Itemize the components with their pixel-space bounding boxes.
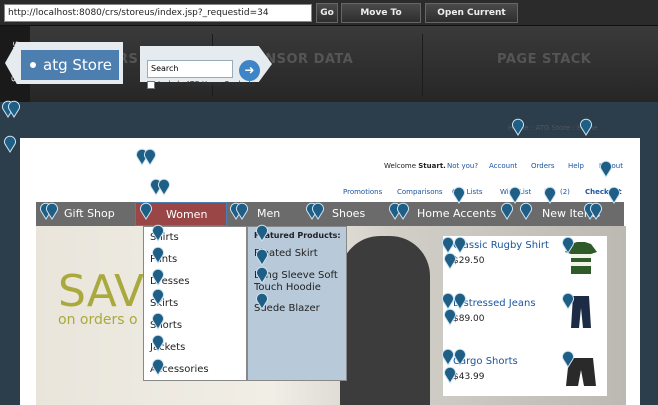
menu-item-pants[interactable]: Pants (150, 254, 177, 265)
page-stack-heading: PAGE STACK (497, 52, 592, 67)
product-list: Classic Rugby Shirt $29.50 Distressed Je… (443, 236, 607, 396)
breadcrumb-tail[interactable]: Home (577, 124, 598, 132)
account-link[interactable]: Account (489, 162, 517, 170)
rugby-shirt-image[interactable] (563, 240, 599, 276)
logo-dot-icon (30, 62, 36, 68)
include-home-label: Include ATG Home Products (158, 80, 255, 88)
featured-item[interactable]: Pleated Skirt (254, 248, 318, 260)
help-link[interactable]: Help (568, 162, 584, 170)
featured-item[interactable]: Long Sleeve Soft Touch Hoodie (254, 270, 346, 294)
product-price: $43.99 (453, 372, 485, 382)
move-to-bottom-button[interactable]: Move To Bottom (341, 3, 421, 36)
menu-item-skirts[interactable]: Skirts (150, 298, 178, 309)
logout-link[interactable]: Logout (599, 162, 623, 170)
orders-link[interactable]: Orders (531, 162, 555, 170)
welcome-label: Welcome (384, 162, 417, 170)
menu-item-dresses[interactable]: Dresses (150, 276, 190, 287)
featured-heading: Featured Products: (254, 231, 341, 240)
cart-count[interactable]: (2) (560, 188, 570, 196)
main-nav: Gift Shop Women Men Shoes Home Accents N… (36, 202, 624, 226)
nav-men[interactable]: Men (257, 202, 280, 226)
gift-lists-link[interactable]: Gift Lists (452, 188, 483, 196)
user-name: Stuart. (418, 162, 446, 170)
women-dropdown: Shirts Pants Dresses Skirts Shorts Jacke… (143, 226, 247, 381)
featured-products: Featured Products: Pleated Skirt Long Sl… (247, 226, 347, 381)
product-price: $89.00 (453, 314, 485, 324)
product-name[interactable]: Classic Rugby Shirt (453, 240, 549, 251)
wish-list-link[interactable]: Wish List (500, 188, 531, 196)
promotions-link[interactable]: Promotions (343, 188, 382, 196)
open-current-page-button[interactable]: Open Current Page (425, 3, 518, 36)
breadcrumb-store[interactable]: ATG Store (535, 124, 570, 132)
product-name[interactable]: Cargo Shorts (453, 356, 518, 367)
nav-gift-shop[interactable]: Gift Shop (64, 202, 115, 226)
product-price: $29.50 (453, 256, 485, 266)
featured-item[interactable]: Suede Blazer (254, 303, 320, 315)
menu-item-shorts[interactable]: Shorts (150, 320, 182, 331)
product-name[interactable]: Distressed Jeans (453, 298, 536, 309)
not-you-link[interactable]: Not you? (447, 162, 478, 170)
nav-home-accents[interactable]: Home Accents (417, 202, 496, 226)
panel-divider (422, 34, 423, 96)
breadcrumb-home[interactable]: Home (508, 124, 529, 132)
nav-new-items[interactable]: New Items (542, 202, 600, 226)
hero-subline: on orders o (58, 312, 138, 328)
include-home-checkbox[interactable] (147, 81, 155, 89)
nav-women[interactable]: Women (135, 202, 227, 226)
breadcrumb: Home : ATG Store : Home (508, 124, 598, 132)
cargo-shorts-image[interactable] (563, 354, 599, 390)
hero-model-image (340, 236, 430, 405)
checkout-link[interactable]: Checkout (585, 188, 622, 196)
browser-toolbar: http://localhost:8080/crs/storeus/index.… (0, 0, 658, 36)
search-go-icon[interactable]: ➜ (239, 60, 260, 81)
comparisons-link[interactable]: Comparisons (397, 188, 443, 196)
menu-item-jackets[interactable]: Jackets (150, 342, 185, 353)
menu-item-accessories[interactable]: Accessories (150, 364, 209, 375)
go-button[interactable]: Go (316, 3, 338, 23)
menu-item-shirts[interactable]: Shirts (150, 232, 179, 243)
welcome-text: Welcome Stuart. (384, 162, 446, 170)
search-input[interactable]: Search (147, 60, 233, 78)
cart-icon[interactable]: 🛒 (544, 187, 553, 195)
nav-shoes[interactable]: Shoes (332, 202, 365, 226)
jeans-image[interactable] (563, 294, 599, 330)
url-field[interactable]: http://localhost:8080/crs/storeus/index.… (4, 4, 312, 22)
hero-headline: SAV (58, 266, 145, 317)
